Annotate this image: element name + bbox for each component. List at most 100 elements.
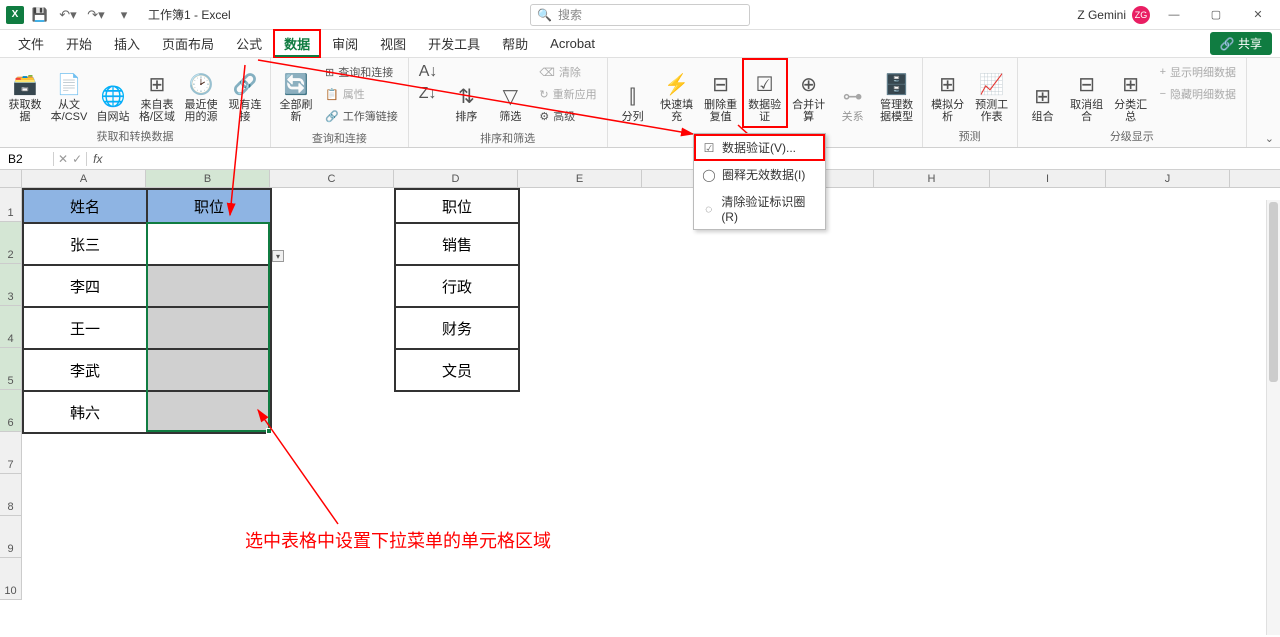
maximize-button[interactable]: ▢	[1198, 0, 1234, 30]
cell-b2[interactable]	[147, 223, 271, 265]
cell[interactable]: 王一	[23, 307, 147, 349]
remove-duplicates-button[interactable]: ⊟删除重复值	[700, 60, 742, 126]
tab-layout[interactable]: 页面布局	[152, 30, 224, 57]
cell[interactable]: 张三	[23, 223, 147, 265]
row-header[interactable]: 1	[0, 188, 22, 222]
column-header[interactable]: H	[874, 170, 990, 187]
cell[interactable]: 财务	[395, 307, 519, 349]
relationships-button[interactable]: ⊶关系	[832, 60, 874, 126]
row-header[interactable]: 9	[0, 516, 22, 558]
tab-developer[interactable]: 开发工具	[418, 30, 490, 57]
save-button[interactable]: 💾	[28, 3, 52, 27]
select-all-corner[interactable]	[0, 170, 22, 187]
row-header[interactable]: 2	[0, 222, 22, 264]
from-table-button[interactable]: ⊞来自表格/区域	[136, 60, 178, 126]
what-if-button[interactable]: ⊞模拟分析	[927, 60, 969, 126]
tab-home[interactable]: 开始	[56, 30, 102, 57]
recent-sources-button[interactable]: 🕑最近使用的源	[180, 60, 222, 126]
row-header[interactable]: 6	[0, 390, 22, 432]
cell[interactable]: 文员	[395, 349, 519, 391]
column-header[interactable]: A	[22, 170, 146, 187]
cell[interactable]	[147, 391, 271, 433]
tab-view[interactable]: 视图	[370, 30, 416, 57]
data-validation-menu-item[interactable]: ☑数据验证(V)...	[694, 134, 825, 161]
row-header[interactable]: 7	[0, 432, 22, 474]
tab-formulas[interactable]: 公式	[226, 30, 272, 57]
refresh-all-button[interactable]: 🔄全部刷新	[275, 60, 317, 126]
forecast-button[interactable]: 📈预测工作表	[971, 60, 1013, 126]
clear-filter-button: ⌫ 清除	[535, 62, 600, 82]
advanced-filter-button[interactable]: ⚙ 高级	[535, 106, 600, 126]
tab-acrobat[interactable]: Acrobat	[540, 32, 605, 55]
consolidate-button[interactable]: ⊕合并计算	[788, 60, 830, 126]
formula-bar: B2 ✕ ✓ fx	[0, 148, 1280, 170]
redo-button[interactable]: ↷▾	[84, 3, 108, 27]
user-name[interactable]: Z Gemini	[1077, 8, 1126, 22]
table-header[interactable]: 姓名	[23, 189, 147, 223]
flash-fill-button[interactable]: ⚡快速填充	[656, 60, 698, 126]
sort-button[interactable]: ⇅排序	[445, 60, 487, 126]
cancel-formula-icon[interactable]: ✕	[58, 152, 68, 166]
sort-asc-button[interactable]: A↓	[415, 62, 442, 82]
scroll-thumb[interactable]	[1269, 202, 1278, 382]
column-header[interactable]: B	[146, 170, 270, 187]
undo-button[interactable]: ↶▾	[56, 3, 80, 27]
column-header[interactable]: I	[990, 170, 1106, 187]
name-box[interactable]: B2	[4, 152, 54, 166]
cell[interactable]: 李四	[23, 265, 147, 307]
from-csv-button[interactable]: 📄从文本/CSV	[48, 60, 90, 126]
ungroup-button[interactable]: ⊟取消组合	[1066, 60, 1108, 126]
from-web-button[interactable]: 🌐自网站	[92, 60, 134, 126]
existing-conn-button[interactable]: 🔗现有连接	[224, 60, 266, 126]
tab-review[interactable]: 审阅	[322, 30, 368, 57]
close-button[interactable]: ✕	[1240, 0, 1276, 30]
excel-icon: X	[6, 6, 24, 24]
search-input[interactable]: 🔍 搜索	[530, 4, 750, 26]
tab-insert[interactable]: 插入	[104, 30, 150, 57]
collapse-ribbon-button[interactable]: ⌄	[1265, 132, 1274, 145]
cell[interactable]	[147, 307, 271, 349]
clear-circles-menu-item[interactable]: ◌清除验证标识圈(R)	[694, 188, 825, 229]
row-header[interactable]: 4	[0, 306, 22, 348]
workbook-links-button[interactable]: 🔗 工作簿链接	[321, 106, 402, 126]
ribbon: 🗃️获取数据 📄从文本/CSV 🌐自网站 ⊞来自表格/区域 🕑最近使用的源 🔗现…	[0, 58, 1280, 148]
tab-help[interactable]: 帮助	[492, 30, 538, 57]
circle-invalid-menu-item[interactable]: ◯圈释无效数据(I)	[694, 161, 825, 188]
share-button[interactable]: 🔗 共享	[1210, 32, 1272, 55]
data-validation-button[interactable]: ☑数据验证	[744, 60, 786, 126]
group-button[interactable]: ⊞组合	[1022, 60, 1064, 126]
column-header[interactable]: J	[1106, 170, 1230, 187]
tab-data[interactable]: 数据	[274, 30, 320, 58]
enter-formula-icon[interactable]: ✓	[72, 152, 82, 166]
cell[interactable]: 李武	[23, 349, 147, 391]
row-header[interactable]: 8	[0, 474, 22, 516]
data-model-button[interactable]: 🗄️管理数据模型	[876, 60, 918, 126]
column-header[interactable]: C	[270, 170, 394, 187]
cell[interactable]: 销售	[395, 223, 519, 265]
fx-icon[interactable]: fx	[87, 152, 108, 166]
table-header[interactable]: 职位	[395, 189, 519, 223]
column-header[interactable]: E	[518, 170, 642, 187]
sort-desc-button[interactable]: Z↓	[415, 84, 442, 104]
filter-button[interactable]: ▽筛选	[489, 60, 531, 126]
tab-file[interactable]: 文件	[8, 30, 54, 57]
cell[interactable]: 韩六	[23, 391, 147, 433]
cell[interactable]	[147, 265, 271, 307]
column-header[interactable]: D	[394, 170, 518, 187]
cell[interactable]	[147, 349, 271, 391]
text-to-columns-button[interactable]: ⫿分列	[612, 60, 654, 126]
row-header[interactable]: 10	[0, 558, 22, 600]
table-header[interactable]: 职位	[147, 189, 271, 223]
data-validation-dropdown-handle[interactable]: ▾	[272, 250, 284, 262]
row-header[interactable]: 3	[0, 264, 22, 306]
customize-qat[interactable]: ▾	[112, 3, 136, 27]
window-title: 工作簿1 - Excel	[148, 6, 231, 23]
vertical-scrollbar[interactable]	[1266, 200, 1280, 635]
cell[interactable]: 行政	[395, 265, 519, 307]
row-header[interactable]: 5	[0, 348, 22, 390]
subtotal-button[interactable]: ⊞分类汇总	[1110, 60, 1152, 126]
user-avatar[interactable]: ZG	[1132, 6, 1150, 24]
get-data-button[interactable]: 🗃️获取数据	[4, 60, 46, 126]
queries-conn-button[interactable]: ⊞ 查询和连接	[321, 62, 402, 82]
minimize-button[interactable]: —	[1156, 0, 1192, 30]
